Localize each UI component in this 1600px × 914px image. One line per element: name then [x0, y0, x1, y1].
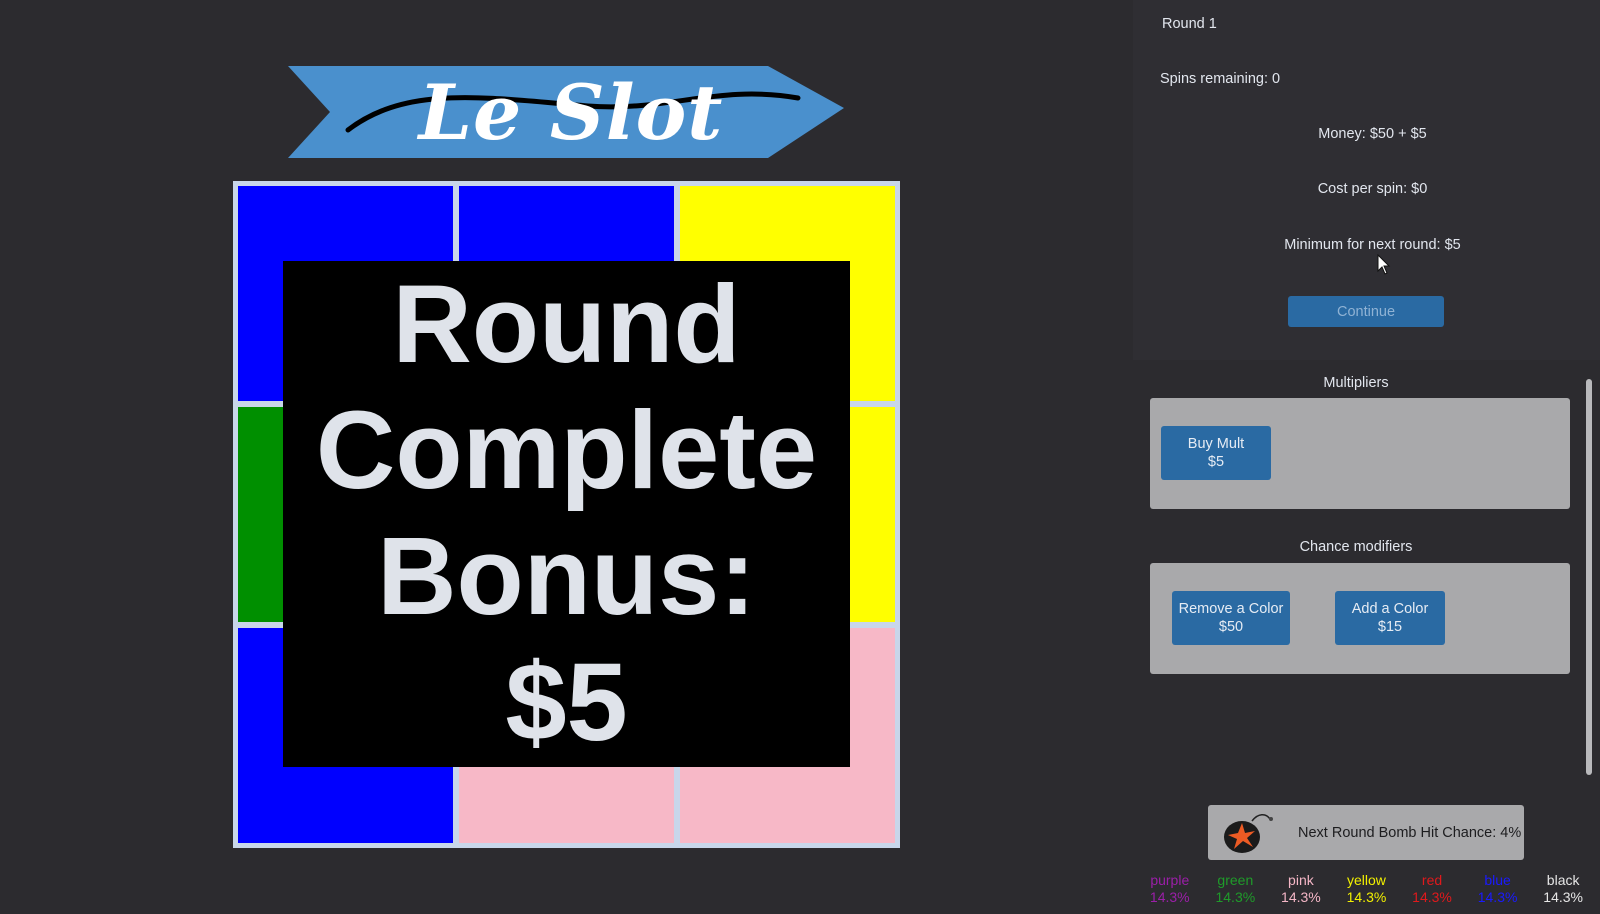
- odds-red: red 14.3%: [1412, 872, 1452, 905]
- bomb-chance-text: Next Round Bomb Hit Chance: 4%: [1298, 824, 1522, 841]
- buy-mult-price: $5: [1207, 454, 1225, 470]
- remove-color-label: Remove a Color: [1178, 601, 1284, 617]
- remove-color-price: $50: [1218, 619, 1244, 635]
- status-panel: Round 1 Spins remaining: 0 Money: $50 + …: [1133, 0, 1600, 360]
- bomb-chance-box: Next Round Bomb Hit Chance: 4%: [1208, 805, 1524, 860]
- mouse-cursor-icon: [1377, 254, 1391, 275]
- minimum-next-round-label: Minimum for next round: $5: [1284, 237, 1461, 253]
- odds-purple: purple 14.3%: [1149, 872, 1190, 905]
- odds-pink: pink 14.3%: [1281, 872, 1321, 905]
- round-label: Round 1: [1162, 16, 1217, 32]
- multipliers-box: Buy Mult $5: [1150, 398, 1570, 509]
- overlay-line-amount: $5: [505, 641, 628, 764]
- shop-panel: Multipliers Buy Mult $5 Chance modifiers…: [1133, 363, 1600, 793]
- continue-button[interactable]: Continue: [1288, 296, 1444, 327]
- add-color-button[interactable]: Add a Color $15: [1335, 591, 1445, 645]
- multipliers-title: Multipliers: [1323, 375, 1389, 391]
- chance-modifiers-title: Chance modifiers: [1299, 539, 1413, 555]
- game-title: Le Slot: [418, 67, 724, 157]
- odds-blue: blue 14.3%: [1477, 872, 1518, 905]
- odds-black: black 14.3%: [1543, 872, 1583, 905]
- add-color-label: Add a Color: [1351, 601, 1429, 617]
- chance-modifiers-box: Remove a Color $50 Add a Color $15: [1150, 563, 1570, 674]
- title-banner: Le Slot: [288, 64, 844, 160]
- round-complete-overlay: Round Complete Bonus: $5: [283, 261, 850, 767]
- cost-per-spin-label: Cost per spin: $0: [1317, 181, 1428, 197]
- remove-color-button[interactable]: Remove a Color $50: [1172, 591, 1290, 645]
- spins-remaining-label: Spins remaining: 0: [1160, 71, 1281, 87]
- game-area: Le Slot Round Complete Bonus: $5: [0, 0, 1133, 914]
- side-panel: Round 1 Spins remaining: 0 Money: $50 + …: [1133, 0, 1600, 914]
- overlay-line-bonus: Bonus:: [377, 515, 756, 638]
- overlay-line-complete: Complete: [315, 389, 818, 512]
- shop-scrollbar[interactable]: [1586, 379, 1592, 775]
- odds-yellow: yellow 14.3%: [1346, 872, 1387, 905]
- add-color-price: $15: [1377, 619, 1403, 635]
- buy-mult-label: Buy Mult: [1187, 436, 1245, 452]
- overlay-line-round: Round: [392, 263, 741, 386]
- color-odds-bar: purple 14.3% green 14.3% pink 14.3% yellow 1…: [1133, 871, 1600, 914]
- money-label: Money: $50 + $5: [1318, 126, 1427, 142]
- odds-green: green 14.3%: [1215, 872, 1256, 905]
- bomb-icon: [1224, 814, 1273, 853]
- buy-mult-button[interactable]: Buy Mult $5: [1161, 426, 1271, 480]
